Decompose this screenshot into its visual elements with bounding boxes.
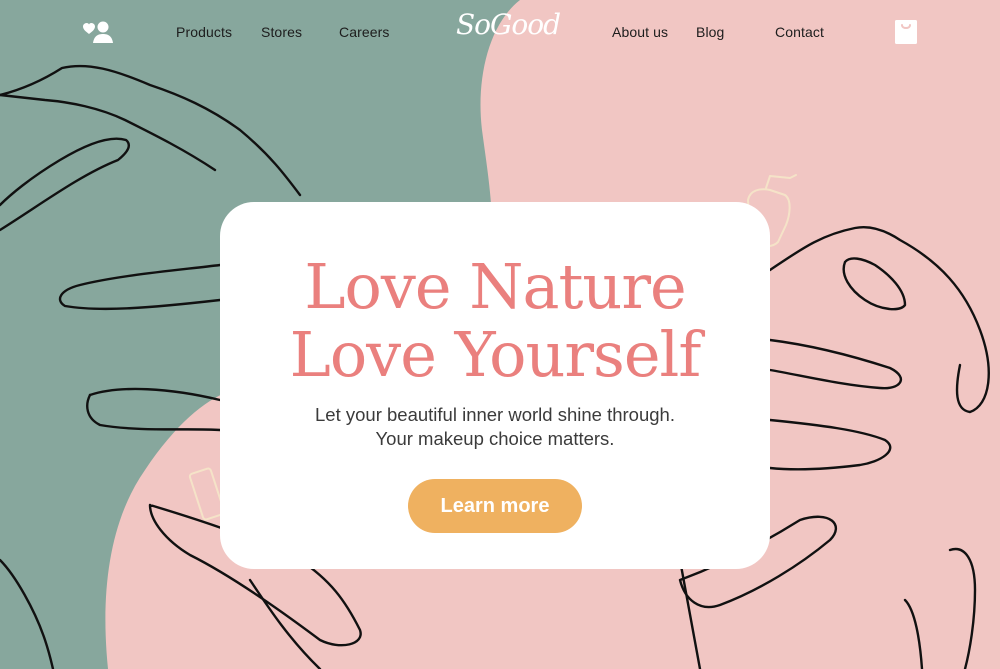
nav-link-contact[interactable]: Contact	[775, 24, 824, 40]
top-navigation: Products Stores Careers SoGood About us …	[0, 0, 1000, 66]
hero-card: Love Nature Love Yourself Let your beaut…	[220, 202, 770, 569]
shopping-bag-icon[interactable]	[895, 20, 917, 44]
brand-logo[interactable]: SoGood	[456, 8, 561, 41]
hero-headline-line2: Love Yourself	[289, 318, 702, 391]
nav-link-careers[interactable]: Careers	[339, 24, 390, 40]
learn-more-button[interactable]: Learn more	[408, 479, 582, 533]
hero-headline-line1: Love Nature	[304, 250, 686, 323]
nav-link-about-us[interactable]: About us	[612, 24, 668, 40]
landing-page: Products Stores Careers SoGood About us …	[0, 0, 1000, 669]
user-heart-icon[interactable]	[82, 20, 116, 46]
hero-subtitle-line2: Your makeup choice matters.	[375, 428, 615, 449]
hero-subtitle-line1: Let your beautiful inner world shine thr…	[315, 404, 675, 425]
nav-link-blog[interactable]: Blog	[696, 24, 724, 40]
nav-link-stores[interactable]: Stores	[261, 24, 302, 40]
nav-link-products[interactable]: Products	[176, 24, 232, 40]
